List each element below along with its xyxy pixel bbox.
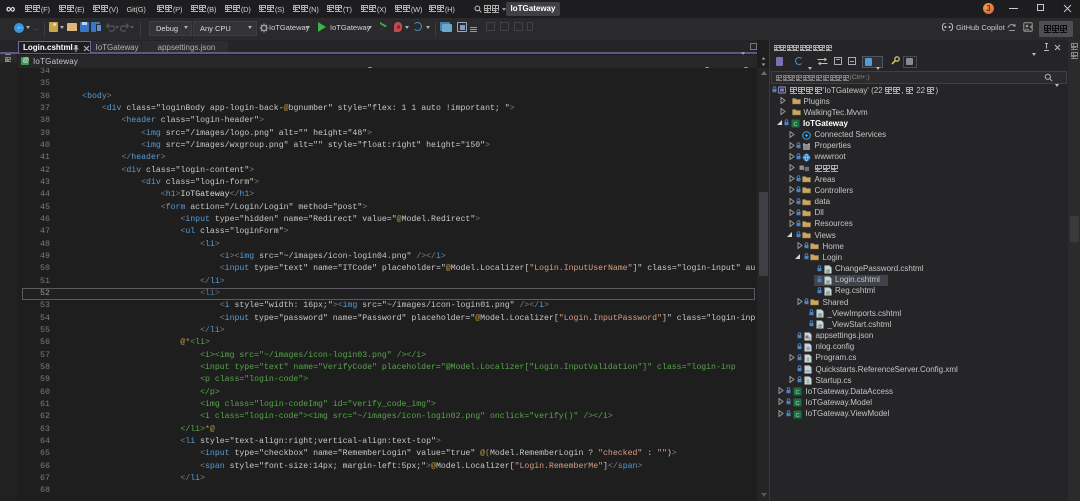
svg-text:@: @ — [818, 324, 823, 329]
svg-text:@: @ — [826, 279, 831, 284]
svg-text:C: C — [796, 401, 800, 407]
svg-text:C: C — [796, 412, 800, 418]
svg-text:C: C — [796, 390, 800, 396]
svg-text:<>: <> — [805, 368, 811, 373]
svg-text:@: @ — [826, 268, 831, 273]
svg-text:@: @ — [818, 313, 823, 318]
svg-text:#: # — [807, 357, 810, 363]
svg-text:@: @ — [826, 290, 831, 295]
svg-text:C: C — [794, 122, 798, 128]
svg-text:#: # — [807, 380, 810, 386]
